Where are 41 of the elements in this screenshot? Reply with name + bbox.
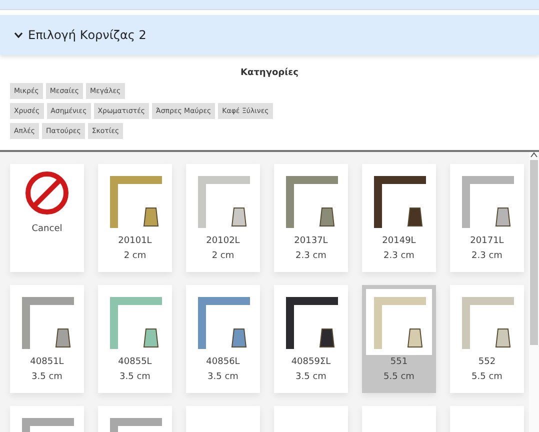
frame-code: 40855L bbox=[118, 356, 152, 369]
frame-code: 551 bbox=[390, 356, 408, 369]
frame-card[interactable]: 20171L 2.3 cm bbox=[450, 164, 524, 272]
frame-width: 3.5 cm bbox=[208, 371, 238, 384]
frame-card[interactable]: 40851L 3.5 cm bbox=[10, 285, 84, 393]
chevron-icon bbox=[14, 32, 23, 38]
frame-code: 20137L bbox=[294, 235, 328, 248]
frame-card[interactable]: 20149L 2.3 cm bbox=[362, 164, 436, 272]
categories-title: Κατηγορίες bbox=[240, 68, 300, 78]
frame-code: 40859ΣL bbox=[291, 356, 331, 369]
frame-width: 3.5 cm bbox=[32, 371, 62, 384]
scrollbar[interactable] bbox=[529, 152, 539, 432]
frame-card[interactable]: 551 5.5 cm bbox=[362, 285, 436, 393]
frame-width: 5.5 cm bbox=[384, 371, 414, 384]
frame-code: 20171L bbox=[470, 235, 504, 248]
frame-code: 552 bbox=[478, 356, 496, 369]
frame-code: 40851L bbox=[30, 356, 64, 369]
frame-width: 2 cm bbox=[124, 250, 146, 263]
frame-width: 5.5 cm bbox=[472, 371, 502, 384]
frame-card[interactable]: 552 5.5 cm bbox=[450, 285, 524, 393]
frame-width: 2 cm bbox=[212, 250, 234, 263]
frame-width: 3.5 cm bbox=[120, 371, 150, 384]
frame-code: 20149L bbox=[382, 235, 416, 248]
frame-card[interactable]: 40859ΣL 3.5 cm bbox=[274, 285, 348, 393]
frame-width: 3.5 cm bbox=[296, 371, 326, 384]
frame-code: Cancel bbox=[32, 223, 62, 236]
caret-icon bbox=[530, 152, 538, 158]
frame-width: 2.3 cm bbox=[384, 250, 414, 263]
frame-card[interactable]: 40855L 3.5 cm bbox=[98, 285, 172, 393]
frame-code: 40856L bbox=[206, 356, 240, 369]
no-entry-icon bbox=[24, 170, 70, 216]
frame-code: 20102L bbox=[206, 235, 240, 248]
frame-width: 2.3 cm bbox=[472, 250, 502, 263]
cancel-card[interactable]: Cancel bbox=[10, 164, 84, 272]
frame-card[interactable]: 20102L 2 cm bbox=[186, 164, 260, 272]
accordion-header[interactable]: Επιλογή Κορνίζας 2 bbox=[0, 15, 539, 55]
frame-code: 20101L bbox=[118, 235, 152, 248]
frame-card[interactable]: 20101L 2 cm bbox=[98, 164, 172, 272]
frame-width: 2.3 cm bbox=[296, 250, 326, 263]
frame-card[interactable]: 20137L 2.3 cm bbox=[274, 164, 348, 272]
frame-card[interactable]: 40856L 3.5 cm bbox=[186, 285, 260, 393]
